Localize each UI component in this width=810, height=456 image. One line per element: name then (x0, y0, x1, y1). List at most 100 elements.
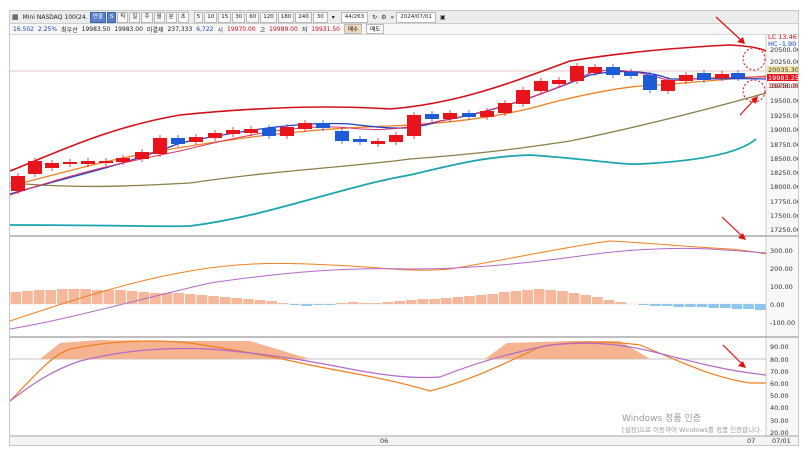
price-tick-label: 17500.00 (770, 212, 798, 220)
histogram-bar (615, 302, 626, 304)
stoch-tick-label: 50.00 (770, 392, 789, 400)
stoch-tick-label: 70.00 (770, 368, 789, 376)
candle (643, 75, 657, 90)
histogram-bar (196, 295, 208, 304)
price-tag-2: 19983.25 (768, 74, 798, 82)
histogram-bar (231, 298, 243, 304)
stoch-tick-label: 20.00 (770, 429, 789, 437)
histogram-bar (10, 292, 22, 304)
candle (516, 90, 530, 104)
candle (371, 141, 385, 144)
candle (480, 111, 494, 117)
histogram-bar (650, 304, 661, 306)
histogram-bar (208, 296, 219, 304)
histogram-bar (475, 295, 487, 304)
time-label-0: 06 (380, 437, 388, 445)
candle (11, 176, 25, 191)
histogram-bar (603, 300, 615, 304)
histogram-bar (708, 304, 719, 308)
chart-canvas: LC 13.46 HC -1.90 20035.30 19983.25 1993… (10, 16, 798, 445)
histogram-bar (696, 304, 708, 307)
histogram-bar (592, 297, 603, 304)
histogram-bar (661, 304, 673, 306)
windows-activation-text: [설정]으로 이동하여 Windows를 정품 인증합니다. (622, 425, 762, 434)
candle (63, 162, 77, 164)
stoch-tick-label: 30.00 (770, 417, 789, 425)
macd-panel (10, 237, 766, 336)
candle (116, 158, 130, 162)
candle (552, 80, 566, 84)
candle (81, 161, 95, 164)
stoch-tick-label: 80.00 (770, 356, 789, 364)
histogram-bar (57, 289, 68, 304)
candle (262, 128, 276, 136)
price-tick-label: 19250.00 (770, 112, 798, 120)
histogram-bar (184, 294, 196, 304)
histogram-bar (254, 300, 266, 304)
price-tick-label: 20250.00 (770, 58, 798, 66)
candle (731, 73, 745, 78)
histogram-bar (487, 294, 498, 304)
windows-activation-title: Windows 정품 인증 (622, 413, 701, 424)
histogram-bar (150, 293, 161, 304)
price-tick-label: 18500.00 (770, 155, 798, 163)
histogram-bar (394, 301, 405, 304)
histogram-bar (719, 304, 731, 308)
histogram-bar (33, 290, 45, 304)
histogram-bar (382, 302, 394, 304)
time-label-1: 07 (747, 437, 755, 445)
price-tick-label: 17250.00 (770, 226, 798, 234)
candle (153, 138, 167, 154)
histogram-bar (743, 304, 754, 309)
price-tick-label: 19500.00 (770, 97, 798, 105)
histogram-bar (243, 299, 254, 304)
histogram-bar (464, 296, 475, 304)
candle (570, 66, 584, 81)
candle (280, 127, 294, 136)
histogram-bar (731, 304, 743, 309)
histogram-bar (440, 298, 452, 304)
candle (462, 113, 476, 117)
histogram-bar (359, 303, 371, 304)
histogram-bar (429, 299, 440, 304)
candle (606, 67, 620, 75)
macd-tick-label: 100.00 (770, 283, 793, 291)
candle (45, 163, 59, 168)
histogram-bar (522, 290, 533, 304)
stoch-tick-label: 60.00 (770, 380, 789, 388)
histogram-bar (533, 289, 545, 304)
price-tick-label: 17750.00 (770, 198, 798, 206)
histogram-bar (452, 297, 464, 304)
histogram-bar (405, 300, 417, 304)
candle (353, 139, 367, 142)
candle (244, 129, 258, 133)
time-label-2: 07/01 (772, 437, 791, 445)
histogram-bar (22, 291, 33, 304)
histogram-bar (336, 303, 347, 304)
price-tick-label: 19750.00 (770, 82, 798, 90)
candle (189, 137, 203, 142)
macd-tick-label: 300.00 (770, 247, 793, 255)
candle (298, 123, 312, 129)
histogram-bar (557, 291, 568, 304)
histogram-bar (498, 292, 510, 304)
candle (588, 67, 602, 73)
candle (534, 81, 548, 91)
price-tick-label: 18000.00 (770, 183, 798, 191)
candle (425, 114, 439, 119)
price-tick-label: 20500.00 (770, 46, 798, 54)
histogram-bar (673, 304, 685, 307)
histogram-bar (568, 293, 580, 304)
price-panel (10, 35, 766, 235)
candle (208, 133, 222, 138)
candle (226, 130, 240, 134)
histogram-bar (219, 297, 231, 304)
candle (407, 115, 421, 136)
chart-window: ▦ Mini NASDAQ 100(24. 연결 S 틱 일 주 월 분 초 5… (9, 10, 799, 446)
candle (99, 161, 113, 163)
price-tick-label: 19000.00 (770, 126, 798, 134)
price-tick-label: 18750.00 (770, 141, 798, 149)
stoch-tick-label: 40.00 (770, 404, 789, 412)
candle (316, 123, 330, 128)
histogram-bar (510, 291, 522, 304)
